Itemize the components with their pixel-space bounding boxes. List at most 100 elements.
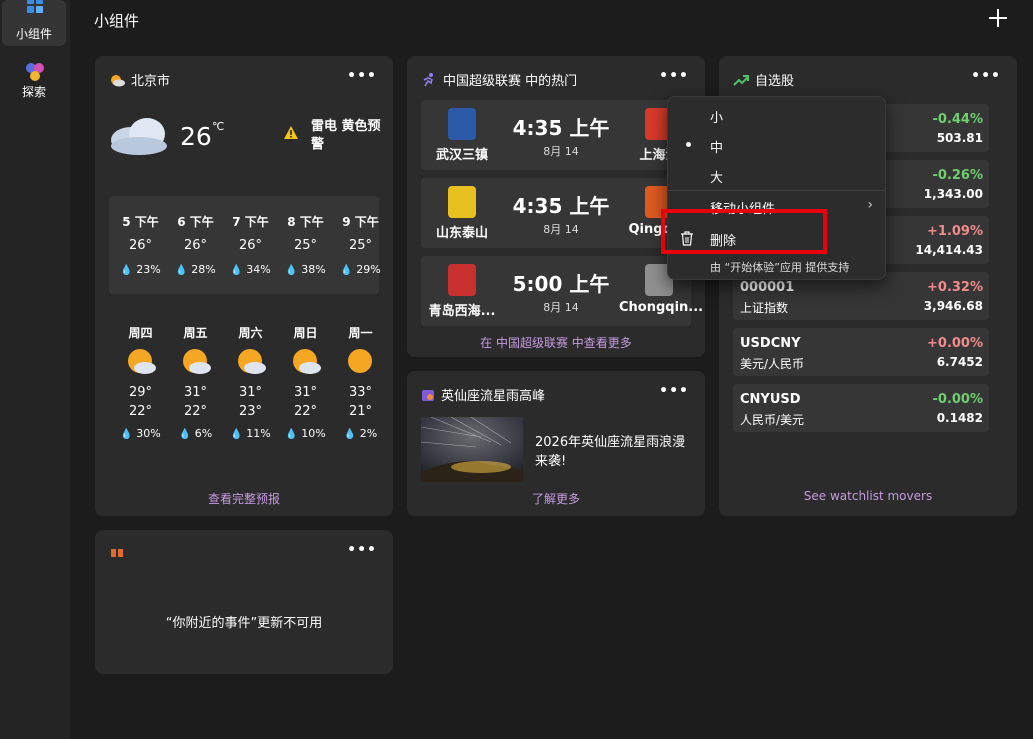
sports-title: 中国超级联赛 中的热门 xyxy=(443,74,578,89)
hour-time: 5 下午 xyxy=(122,215,159,229)
day-low: 22° xyxy=(183,404,208,419)
sports-more-link[interactable]: 在 中国超级联赛 中查看更多 xyxy=(407,334,705,351)
news-headline[interactable]: 2026年英仙座流星雨浪漫来袭! xyxy=(535,433,697,471)
day-high: 29° xyxy=(128,385,153,400)
running-icon xyxy=(423,72,433,86)
weather-alert[interactable]: 雷电 黄色预警 xyxy=(311,118,381,154)
hourly-item: 7 下午 26° 💧 34% xyxy=(223,213,278,276)
team-crest-icon xyxy=(448,108,476,140)
raindrop-icon: 💧 xyxy=(230,429,243,440)
partly-sunny-icon xyxy=(127,349,156,374)
explore-icon xyxy=(26,63,44,81)
stock-change: +0.00% xyxy=(927,336,983,351)
day-high: 31° xyxy=(238,385,263,400)
menu-size-medium[interactable]: 中 xyxy=(710,137,723,156)
stock-price: 14,414.43 xyxy=(915,243,983,257)
nav-explore[interactable]: 探索 xyxy=(2,58,66,104)
match-card[interactable]: 武汉三镇 4:35 上午 8月 14 上海海 xyxy=(421,100,691,170)
hour-rain: 38% xyxy=(301,263,326,276)
hour-temp: 26° xyxy=(238,238,263,253)
events-message: “你附近的事件”更新不可用 xyxy=(165,616,323,631)
weather-city: 北京市 xyxy=(131,74,171,89)
menu-footer: 由 “开始体验”应用 提供支持 xyxy=(710,261,850,274)
hourly-item: 6 下午 26° 💧 28% xyxy=(168,213,223,276)
partly-sunny-icon xyxy=(182,349,211,374)
stock-symbol: USDCNY xyxy=(740,336,801,351)
partly-sunny-icon xyxy=(237,349,266,374)
highlight-box xyxy=(661,209,827,254)
stock-price: 6.7452 xyxy=(936,355,983,369)
raindrop-icon: 💧 xyxy=(285,265,298,276)
stock-row[interactable]: USDCNY 美元/人民币 +0.00% 6.7452 xyxy=(733,328,989,376)
raindrop-icon: 💧 xyxy=(178,429,192,440)
hour-time: 6 下午 xyxy=(177,215,214,229)
stock-price: 1,343.00 xyxy=(923,187,983,201)
raindrop-icon: 💧 xyxy=(175,265,188,276)
away-team: Chongqin... xyxy=(619,300,704,315)
cloud-icon xyxy=(111,118,167,155)
raindrop-icon: 💧 xyxy=(230,265,243,276)
home-team: 青岛西海... xyxy=(428,304,496,319)
hourly-item: 8 下午 25° 💧 38% xyxy=(278,213,333,276)
match-date: 8月 14 xyxy=(543,301,579,314)
daily-item: 周日 31° 22° 💧 10% xyxy=(278,324,333,440)
calendar-icon xyxy=(422,389,434,401)
hour-temp: 25° xyxy=(293,238,318,253)
match-time: 4:35 上午 xyxy=(512,194,610,218)
menu-size-large[interactable]: 大 xyxy=(710,167,723,186)
events-more-button[interactable]: ••• xyxy=(347,542,377,558)
sunny-icon xyxy=(347,349,372,373)
stock-change: -0.00% xyxy=(932,392,984,407)
team-crest-icon xyxy=(448,186,476,218)
match-date: 8月 14 xyxy=(543,223,579,236)
learn-more-link[interactable]: 了解更多 xyxy=(407,490,705,507)
stock-price: 503.81 xyxy=(936,131,983,145)
temp-unit: ℃ xyxy=(212,120,225,133)
watchlist-more-button[interactable]: ••• xyxy=(971,68,1001,84)
weather-widget: 北京市 ••• 26 ℃ 雷电 黄色预警 查看完整预报 5 下午 26° 💧 2… xyxy=(95,56,393,516)
hour-rain: 29% xyxy=(356,263,381,276)
day-name: 周六 xyxy=(238,326,263,340)
stock-name: 美元/人民币 xyxy=(740,357,805,371)
meteor-image[interactable] xyxy=(421,417,523,482)
hour-rain: 28% xyxy=(191,263,216,276)
partly-sunny-icon xyxy=(111,74,125,86)
match-card[interactable]: 青岛西海... 5:00 上午 8月 14 Chongqin... xyxy=(421,256,703,326)
day-name: 周五 xyxy=(183,326,208,340)
hour-rain: 34% xyxy=(246,263,271,276)
raindrop-icon: 💧 xyxy=(340,265,353,276)
weather-more-button[interactable]: ••• xyxy=(347,68,377,84)
home-team: 山东泰山 xyxy=(435,226,488,241)
stock-change: +0.32% xyxy=(927,280,983,295)
watchlist-movers-link[interactable]: See watchlist movers xyxy=(719,489,1017,503)
day-high: 31° xyxy=(183,385,208,400)
current-temp: 26 xyxy=(180,122,212,151)
daily-item: 周五 31° 22° 💧 6% xyxy=(168,324,223,440)
daily-item: 周四 29° 22° 💧 30% xyxy=(113,324,168,440)
full-forecast-link[interactable]: 查看完整预报 xyxy=(95,490,393,507)
menu-size-small[interactable]: 小 xyxy=(710,107,723,126)
team-crest-icon xyxy=(448,264,476,296)
day-rain: 2% xyxy=(359,427,378,440)
hourly-item: 9 下午 25° 💧 29% xyxy=(333,213,388,276)
news-widget: 英仙座流星雨高峰 ••• 2026年英仙座流星雨浪漫来袭! 了解更多 xyxy=(407,371,705,516)
stock-price: 0.1482 xyxy=(936,411,983,425)
ticket-icon xyxy=(111,549,123,557)
stock-row[interactable]: CNYUSD 人民币/美元 -0.00% 0.1482 xyxy=(733,384,989,432)
match-time: 4:35 上午 xyxy=(512,116,610,140)
raindrop-icon: 💧 xyxy=(343,429,357,440)
news-more-button[interactable]: ••• xyxy=(659,383,689,399)
stock-price: 3,946.68 xyxy=(923,299,983,313)
add-widget-button[interactable] xyxy=(984,4,1012,32)
stock-change: -0.44% xyxy=(932,112,984,127)
day-rain: 6% xyxy=(194,427,213,440)
stock-symbol: CNYUSD xyxy=(740,392,801,407)
selected-dot-icon xyxy=(686,142,691,147)
stock-symbol: 000001 xyxy=(740,280,795,295)
day-high: 33° xyxy=(348,385,373,400)
sports-more-button[interactable]: ••• xyxy=(659,68,689,84)
hour-temp: 25° xyxy=(348,238,373,253)
daily-item: 周一 33° 21° 💧 2% xyxy=(333,324,388,440)
match-card[interactable]: 山东泰山 4:35 上午 8月 14 Qingdao xyxy=(421,178,691,248)
nav-widgets[interactable]: 小组件 xyxy=(2,0,66,46)
